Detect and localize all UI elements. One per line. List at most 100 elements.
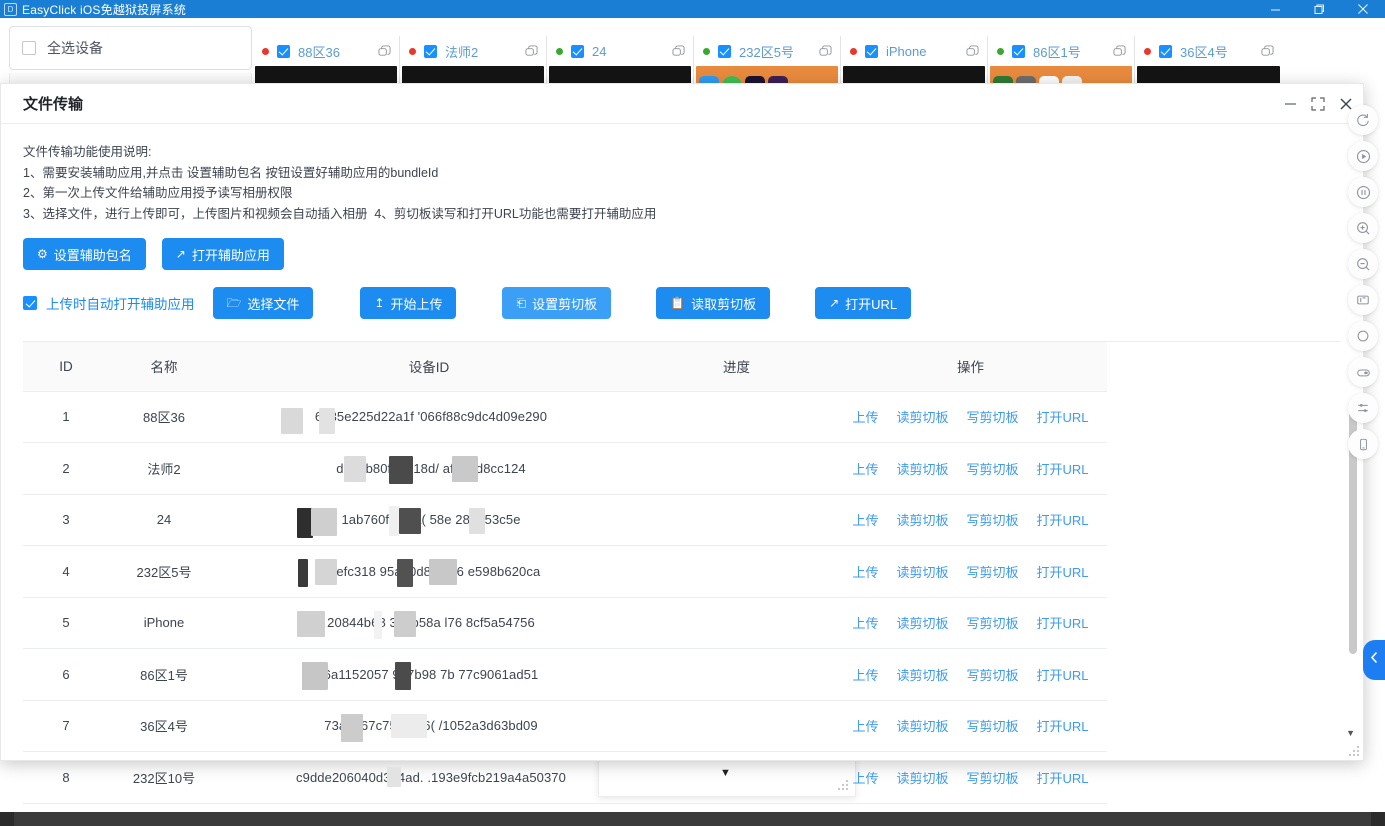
cell-device-id: 98efc318 95a10d80 156 e598b620ca [219,545,639,598]
device-checkbox[interactable] [718,44,731,58]
action-open-url[interactable]: 打开URL [1037,768,1089,787]
action-read-clipboard[interactable]: 读剪切板 [896,459,948,478]
action-read-clipboard[interactable]: 读剪切板 [896,768,948,787]
clone-icon[interactable] [672,45,685,63]
action-upload[interactable]: 上传 [852,459,878,478]
action-open-url[interactable]: 打开URL [1037,716,1089,735]
status-dot-icon [703,47,710,55]
action-open-url[interactable]: 打开URL [1037,459,1089,478]
action-read-clipboard[interactable]: 读剪切板 [896,510,948,529]
device-checkbox[interactable] [1159,44,1172,58]
device-checkbox[interactable] [1012,44,1025,58]
table-row[interactable]: 5 iPhone 20844b68 387b58a l76 8cf5a54756… [23,597,1107,649]
action-read-clipboard[interactable]: 读剪切板 [896,407,948,426]
cell-id: 6 [23,648,109,701]
cell-id: 7 [23,700,109,752]
action-read-clipboard[interactable]: 读剪切板 [896,716,948,735]
action-write-clipboard[interactable]: 写剪切板 [967,716,1019,735]
action-open-url[interactable]: 打开URL [1037,613,1089,632]
action-upload[interactable]: 上传 [852,716,878,735]
device-checkbox[interactable] [865,44,878,58]
window-restore-button[interactable] [1297,0,1341,18]
table-row[interactable]: 8 232区10号 c9dde206040d3d4ad. .193e9fcb21… [23,751,1107,804]
status-dot-icon [997,47,1004,55]
dialog-controls [1284,96,1353,111]
play-button[interactable] [1348,141,1378,171]
auto-open-helper-checkbox[interactable] [23,296,37,310]
column-header-actions: 操作 [834,342,1107,392]
collapse-rail-button[interactable] [1363,640,1385,680]
action-write-clipboard[interactable]: 写剪切板 [967,613,1019,632]
action-open-url[interactable]: 打开URL [1037,407,1089,426]
action-upload[interactable]: 上传 [852,407,878,426]
clone-icon[interactable] [966,45,979,63]
table-row[interactable]: 2 法师2 d774b80f44 ,18d/ afafd d8cc124 上传 … [23,442,1107,495]
dialog-resize-grip[interactable] [1348,745,1360,757]
refresh-button[interactable] [1348,105,1378,135]
action-read-clipboard[interactable]: 读剪切板 [896,562,948,581]
cell-actions: 上传 读剪切板 写剪切板 打开URL [834,494,1107,546]
action-write-clipboard[interactable]: 写剪切板 [967,768,1019,787]
window-minimize-button[interactable] [1253,0,1297,18]
zoom-out-button[interactable] [1348,249,1378,279]
device-checkbox[interactable] [571,44,584,58]
table-row[interactable]: 4 232区5号 98efc318 95a10d80 156 e598b620c… [23,545,1107,598]
action-upload[interactable]: 上传 [852,665,878,684]
set-clipboard-button[interactable]: ⎗ 设置剪切板 [502,287,612,319]
clone-icon[interactable] [1261,45,1274,63]
auto-open-helper-checkbox-group[interactable]: 上传时自动打开辅助应用 [23,293,195,313]
action-write-clipboard[interactable]: 写剪切板 [967,459,1019,478]
device-checkbox[interactable] [277,44,290,58]
file-transfer-table: ID 名称 设备ID 进度 操作 1 88区36 6535e225d22a1f … [23,342,1107,804]
select-all-devices[interactable]: 全选设备 [9,26,252,70]
device-checkbox[interactable] [424,44,437,58]
open-url-button[interactable]: ↗ 打开URL [815,287,912,319]
redaction-smudge [281,407,303,434]
clone-icon[interactable] [819,45,832,63]
read-clipboard-button[interactable]: 📋 读取剪切板 [656,287,771,319]
action-write-clipboard[interactable]: 写剪切板 [967,562,1019,581]
cell-id: 8 [23,751,109,804]
window-close-button[interactable] [1341,0,1385,18]
zoom-in-button[interactable] [1348,213,1378,243]
home-circle-button[interactable] [1348,321,1378,351]
open-helper-app-button[interactable]: ↗ 打开辅助应用 [161,238,284,270]
action-read-clipboard[interactable]: 读剪切板 [896,613,948,632]
action-upload[interactable]: 上传 [852,562,878,581]
action-open-url[interactable]: 打开URL [1037,510,1089,529]
table-row[interactable]: 3 24 1ab760f2 9ca( 58e 286053c5e 上传 读剪切板… [23,494,1107,546]
table-row[interactable]: 7 36区4号 73aae67c75S 9c6( /1052a3d63bd09 … [23,700,1107,752]
start-upload-button[interactable]: ↥ 开始上传 [360,287,457,319]
sliders-button[interactable] [1348,393,1378,423]
action-write-clipboard[interactable]: 写剪切板 [967,665,1019,684]
pause-button[interactable] [1348,177,1378,207]
select-all-checkbox[interactable] [22,41,36,55]
clone-icon[interactable] [525,45,538,63]
screenshot-button[interactable] [1348,285,1378,315]
action-open-url[interactable]: 打开URL [1037,562,1089,581]
action-open-url[interactable]: 打开URL [1037,665,1089,684]
action-write-clipboard[interactable]: 写剪切板 [967,407,1019,426]
cell-device-id: 20844b68 387b58a l76 8cf5a54756 [219,597,639,649]
start-upload-label: 开始上传 [390,296,443,312]
open-url-label: 打开URL [845,296,898,312]
select-all-label: 全选设备 [47,40,103,56]
redaction-smudge [395,662,411,690]
toggle-button[interactable] [1348,357,1378,387]
clone-icon[interactable] [378,45,391,63]
scroll-down-arrow-icon[interactable]: ▼ [1346,728,1355,738]
action-upload[interactable]: 上传 [852,510,878,529]
dialog-minimize-button[interactable] [1284,97,1297,110]
action-write-clipboard[interactable]: 写剪切板 [967,510,1019,529]
table-row[interactable]: 6 86区1号 6a1152057 9a7b98 7b 77c9061ad51 … [23,648,1107,701]
action-upload[interactable]: 上传 [852,768,878,787]
dialog-fullscreen-button[interactable] [1311,96,1325,111]
auto-open-helper-label: 上传时自动打开辅助应用 [46,297,195,312]
set-helper-package-button[interactable]: ⚙ 设置辅助包名 [23,238,146,270]
action-upload[interactable]: 上传 [852,613,878,632]
action-read-clipboard[interactable]: 读剪切板 [896,665,948,684]
clone-icon[interactable] [1113,45,1126,63]
phone-button[interactable] [1348,429,1378,459]
choose-file-button[interactable]: 🗁 选择文件 [212,287,314,319]
table-row[interactable]: 1 88区36 6535e225d22a1f '066f88c9dc4d09e2… [23,391,1107,443]
